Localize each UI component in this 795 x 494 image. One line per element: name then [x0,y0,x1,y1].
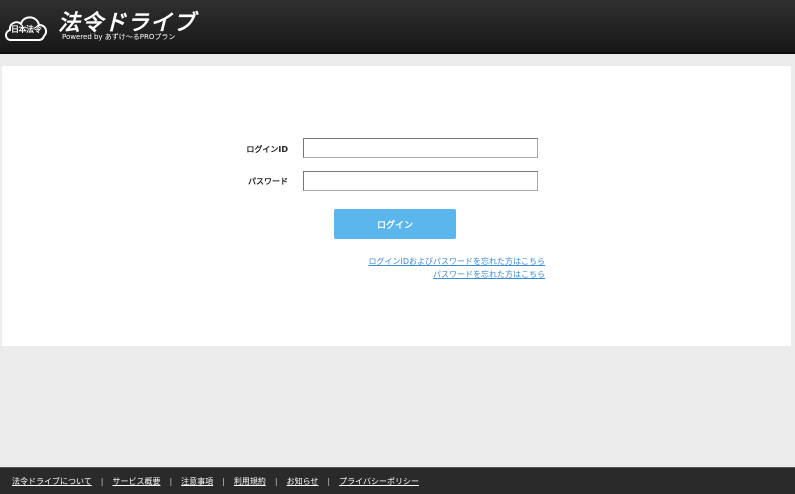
logo-badge-text: 日本法令 [11,25,42,34]
footer: 法令ドライブについて | サービス概要 | 注意事項 | 利用規約 | お知らせ… [0,467,795,494]
footer-link-notes[interactable]: 注意事項 [181,476,213,487]
password-label: パスワード [248,177,288,186]
footer-separator: | [100,476,104,486]
forgot-password-link[interactable]: パスワードを忘れた方はこちら [433,269,545,280]
footer-link-terms[interactable]: 利用規約 [234,476,266,487]
cloud-logo-icon: 日本法令 [3,10,49,44]
login-id-label: ログインID [246,145,288,154]
app-header: 日本法令 法令ドライブ Powered by あずけ～るPROプラン [0,0,795,54]
footer-separator: | [327,476,331,486]
login-panel: ログインID パスワード ログイン ログインIDおよびパスワードを忘れた方はこち… [2,66,791,346]
forgot-id-and-password-link[interactable]: ログインIDおよびパスワードを忘れた方はこちら [368,256,545,267]
footer-link-service-overview[interactable]: サービス概要 [112,476,160,487]
footer-link-about[interactable]: 法令ドライブについて [12,476,92,487]
footer-link-privacy[interactable]: プライバシーポリシー [339,476,419,487]
app-subtitle: Powered by あずけ～るPROプラン [62,33,176,41]
login-button[interactable]: ログイン [334,209,456,239]
password-input[interactable] [303,171,538,191]
footer-separator: | [169,476,173,486]
footer-separator: | [274,476,278,486]
footer-separator: | [222,476,225,486]
footer-link-news[interactable]: お知らせ [287,476,319,487]
login-id-input[interactable] [303,138,538,158]
